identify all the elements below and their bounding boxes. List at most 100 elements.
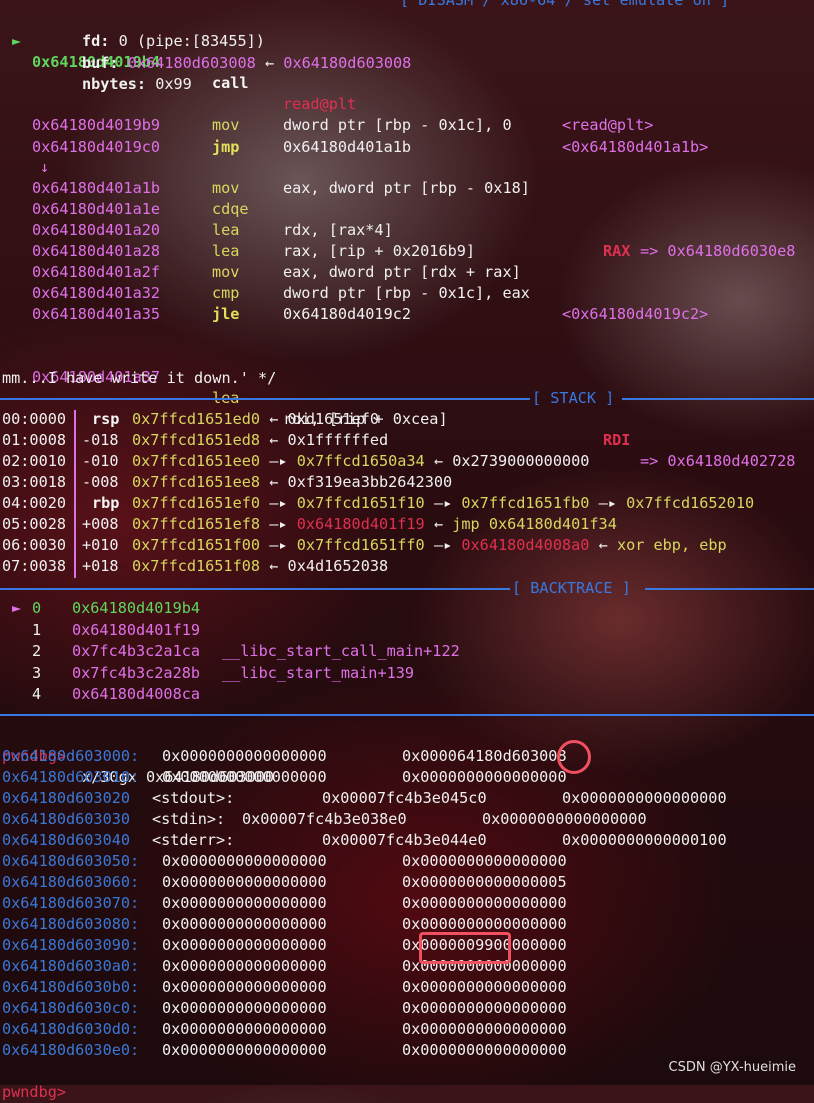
disasm-addr: 0x64180d401a32	[32, 284, 161, 302]
stack-index: 04:0020	[2, 494, 67, 512]
stack-row: 01:0008 -018 0x7ffcd1651ed8 ← 0x1ffffffed	[0, 430, 814, 451]
stack-addr: 0x7ffcd1651ef0	[132, 494, 261, 512]
disasm-line: 0x64180d401a2f mov eax, dword ptr [rdx + r…	[0, 262, 814, 283]
stack-value: 0xf319ea3bb2642300	[287, 473, 453, 491]
right-arrow-icon: —▸	[269, 494, 288, 512]
stack-index: 03:0018	[2, 473, 67, 491]
stack-index: 00:0000	[2, 410, 67, 428]
stack-row: 05:0028 +008 0x7ffcd1651ef8 —▸ 0x64180d401f1…	[0, 514, 814, 535]
left-arrow-icon: ←	[433, 452, 444, 470]
backtrace-row: 1 0x64180d401f19	[0, 620, 814, 641]
backtrace-separator-left	[0, 588, 510, 590]
right-arrow-icon: —▸	[269, 452, 288, 470]
stack-value: 0x2739000000000	[452, 452, 590, 470]
call-arg-value: 0x64180d603008	[127, 53, 256, 72]
stack-value: 0x4d1652038	[287, 557, 389, 575]
stack-value: 0x7ffcd1650a34	[296, 452, 425, 470]
frame-number: 4	[32, 685, 42, 703]
watermark: CSDN @YX-hueimie	[668, 1060, 796, 1075]
disasm-line: 0x64180d401a1e cdqe	[0, 199, 814, 220]
memory-addr: 0x64180d603040	[2, 831, 131, 849]
stack-row: 00:0000 rsp 0x7ffcd1651ed0 ← 0xd1651ef0	[0, 409, 814, 430]
memory-value-1: 0x0000000000000000	[162, 1020, 327, 1038]
memory-value-1: 0x0000000000000000	[162, 1041, 327, 1059]
memory-value-2: 0x0000000000000000	[402, 852, 567, 870]
left-arrow-icon: ←	[269, 431, 279, 449]
left-arrow-icon: ←	[269, 473, 279, 491]
memory-value-2: 0x0000000000000000	[402, 1041, 567, 1059]
memory-value-2: 0x000064180d603008	[402, 747, 567, 765]
stack-separator-left	[0, 398, 530, 400]
left-arrow-icon: ←	[598, 536, 608, 554]
disasm-arg: dword ptr [rbp - 0x1c], eax	[283, 284, 530, 302]
memory-row: 0x64180d603050: 0x0000000000000000 0x00000…	[0, 851, 814, 872]
memory-value-2: 0x0000000000000000	[402, 894, 567, 912]
disasm-line: 0x64180d4019c0 jmp 0x64180d401a1b <0x64180d…	[0, 137, 814, 158]
memory-addr: 0x64180d603060:	[2, 873, 140, 891]
memory-value-1: 0x0000000000000000	[162, 936, 327, 954]
left-arrow-icon: ←	[433, 515, 444, 533]
memory-row: 0x64180d603030 <stdin>: 0x00007fc4b3e038e0…	[0, 809, 814, 830]
disasm-addr: 0x64180d401a35	[32, 305, 161, 323]
memory-row: 0x64180d603070: 0x0000000000000000 0x00000…	[0, 893, 814, 914]
left-arrow-icon: ←	[269, 557, 279, 575]
stack-index: 02:0010	[2, 452, 67, 470]
disasm-arg: 0x64180d401a1b	[283, 137, 412, 156]
comment-tail: mm...I have write it down.' */	[2, 369, 277, 387]
frame-addr: 0x64180d401f19	[72, 620, 201, 639]
stack-index: 05:0028	[2, 515, 67, 533]
stack-offset: -010	[82, 452, 119, 470]
memory-addr: 0x64180d6030a0:	[2, 957, 140, 975]
disasm-arg: rdx, [rax*4]	[283, 221, 393, 239]
memory-value-2: 0x0000000000000000	[402, 978, 567, 996]
backtrace-row: 3 0x7fc4b3c2a28b __libc_start_main+139	[0, 663, 814, 684]
disasm-line: 0x64180d401a32 cmp dword ptr [rbp - 0x1c],…	[0, 283, 814, 304]
memory-value-1: 0x0000000000000000	[162, 768, 327, 786]
down-arrow-icon: ↓	[40, 158, 50, 176]
disasm-last-line: 0x64180d401a37 lea rdi, [rip + 0xcea] RD…	[0, 346, 814, 470]
stack-offset: +008	[82, 515, 119, 533]
stack-index: 06:0030	[2, 536, 67, 554]
disasm-arg: eax, dword ptr [rdx + rax]	[283, 263, 521, 281]
memory-row: 0x64180d603080: 0x0000000000000000 0x00000…	[0, 914, 814, 935]
frame-symbol: __libc_start_call_main+122	[222, 642, 460, 660]
memory-value-2: 0x0000000000000100	[562, 831, 727, 849]
disasm-op: mov	[212, 263, 240, 281]
memory-value-2: 0x0000000000000000	[402, 1020, 567, 1038]
memory-row: 0x64180d603020 <stdout>: 0x00007fc4b3e045c…	[0, 788, 814, 809]
stack-offset: +010	[82, 536, 119, 554]
stack-value: jmp 0x64180d401f34	[452, 515, 617, 533]
disasm-line: 0x64180d401a20 lea rdx, [rax*4]	[0, 220, 814, 241]
disasm-line: 0x64180d401a35 jle 0x64180d4019c2 <0x64180d…	[0, 304, 814, 325]
memory-label: <stdin>:	[152, 810, 226, 828]
stack-addr: 0x7ffcd1651ee0	[132, 452, 261, 470]
final-prompt-line[interactable]: pwndbg>	[0, 1061, 66, 1101]
disasm-current-line: ► 0x64180d4019b4 call read@plt <read@plt…	[0, 10, 653, 134]
memory-addr: 0x64180d6030d0:	[2, 1020, 140, 1038]
backtrace-separator-right	[645, 588, 814, 590]
command-line[interactable]: pwndbg> x/30gx 0x64180d603000	[0, 725, 274, 786]
disasm-arg: rax, [rip + 0x2016b9]	[283, 242, 476, 260]
call-arg-name: buf:	[82, 53, 119, 72]
call-arg-target: 0x64180d603008	[283, 53, 412, 72]
backtrace-row: ► 0 0x64180d4019b4	[0, 598, 814, 619]
disasm-addr: 0x64180d4019c0	[32, 137, 161, 156]
memory-row: 0x64180d6030e0: 0x0000000000000000 0x00000…	[0, 1040, 814, 1061]
current-frame-marker: ►	[12, 599, 22, 617]
frame-number: 1	[32, 620, 42, 639]
stack-offset: +018	[82, 557, 119, 575]
stack-addr: 0x7ffcd1651f00	[132, 536, 261, 554]
memory-label: <stdout>:	[152, 789, 235, 807]
stack-row: 06:0030 +010 0x7ffcd1651f00 —▸ 0x7ffcd1651ff…	[0, 535, 814, 556]
memory-value-1: 0x0000000000000000	[162, 978, 327, 996]
frame-addr: 0x64180d4008ca	[72, 685, 201, 703]
stack-addr: 0x7ffcd1651ed8	[132, 431, 261, 449]
memory-value-1: 0x0000000000000000	[162, 894, 327, 912]
stack-value: 0x7ffcd1651ff0	[296, 536, 425, 554]
disasm-addr: 0x64180d401a1e	[32, 200, 161, 218]
call-arg-name: fd:	[82, 32, 110, 50]
memory-row: 0x64180d6030b0: 0x0000000000000000 0x00000…	[0, 977, 814, 998]
call-arg-line: fd: 0 (pipe:[83455])	[0, 31, 814, 52]
disasm-op: lea	[212, 242, 240, 260]
stack-reg: rbp	[92, 494, 120, 512]
